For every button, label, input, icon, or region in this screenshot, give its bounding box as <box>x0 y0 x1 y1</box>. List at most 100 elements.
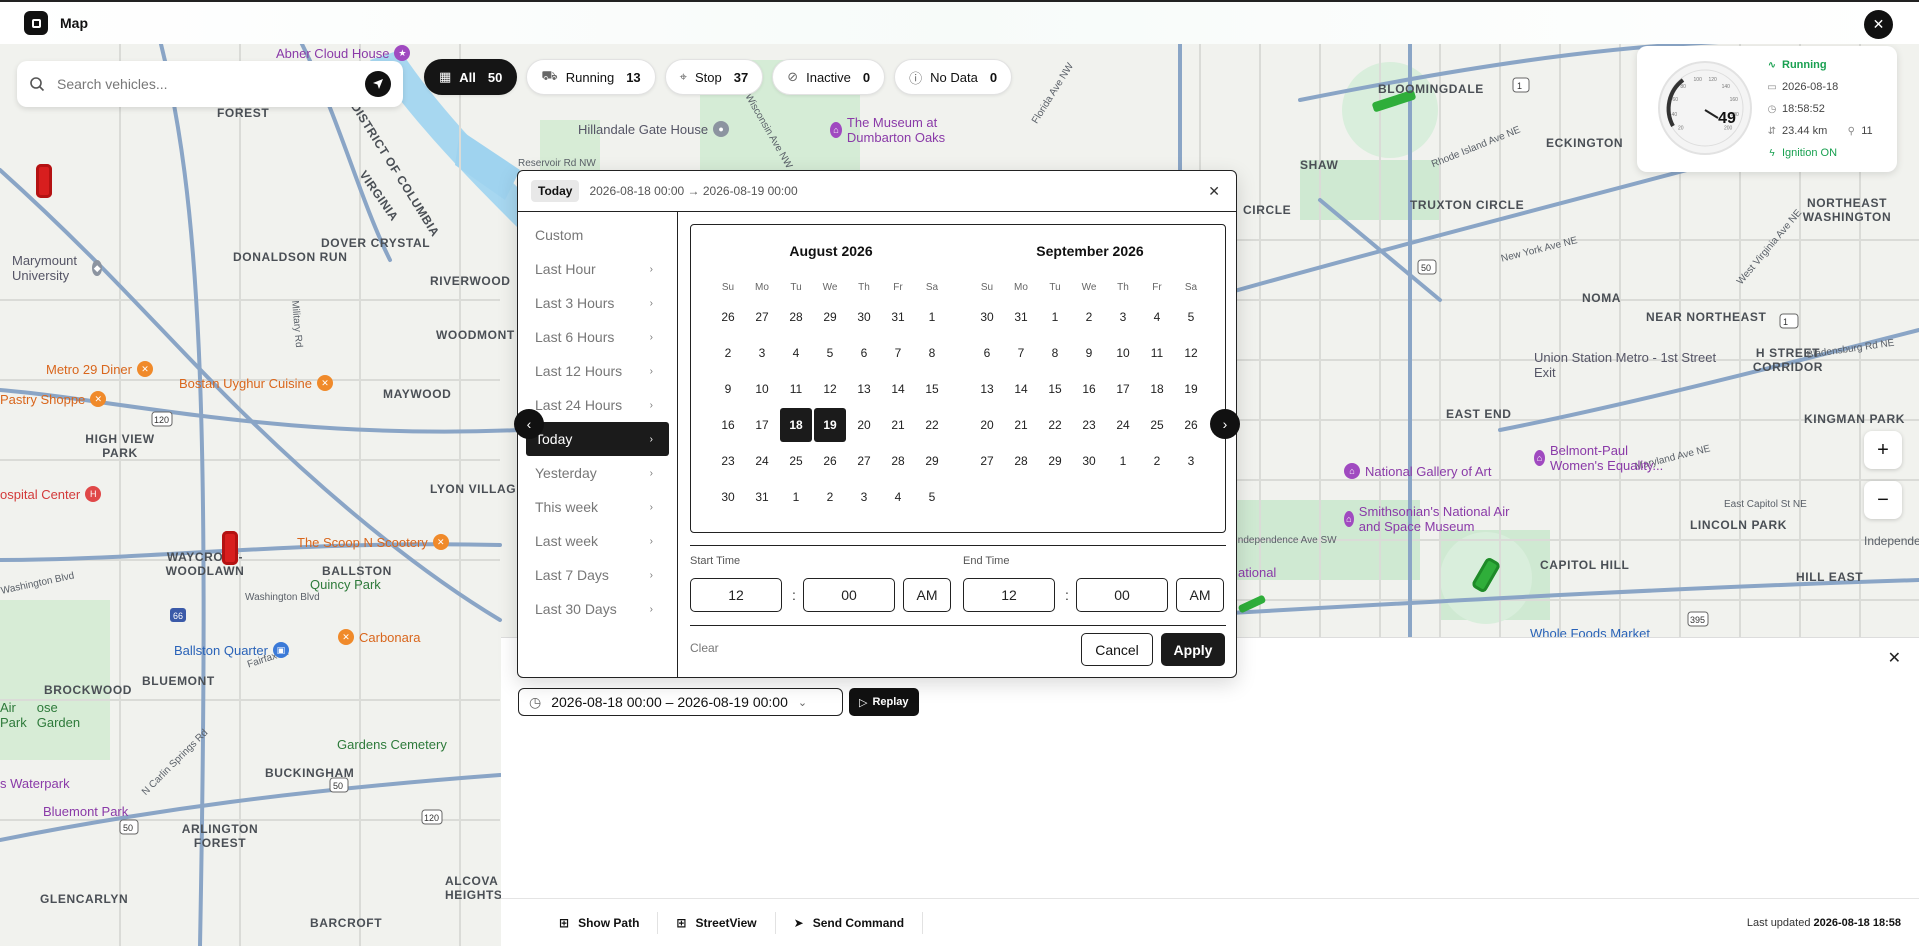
calendar-day[interactable]: 31 <box>1004 299 1038 335</box>
calendar-day[interactable]: 4 <box>881 479 915 515</box>
calendar-day[interactable]: 8 <box>1038 335 1072 371</box>
calendar-day[interactable]: 5 <box>813 335 847 371</box>
show-path-button[interactable]: ⊞ Show Path <box>541 911 659 934</box>
preset-last-7-days[interactable]: Last 7 Days › <box>526 558 669 592</box>
calendar-day[interactable]: 25 <box>779 443 813 479</box>
calendar-day[interactable]: 6 <box>970 335 1004 371</box>
start-hour-input[interactable]: 12 <box>690 578 782 612</box>
cancel-button[interactable]: Cancel <box>1081 633 1153 666</box>
calendar-day[interactable]: 1 <box>915 299 949 335</box>
calendar-day[interactable]: 26 <box>813 443 847 479</box>
poi-scoop[interactable]: The Scoop N Scootery ✕ <box>297 534 449 550</box>
calendar-day[interactable]: 13 <box>847 371 881 407</box>
calendar-day[interactable]: 29 <box>915 443 949 479</box>
filter-stop[interactable]: ⌖ Stop 37 <box>664 59 764 95</box>
close-panel-button[interactable]: ✕ <box>1888 648 1901 668</box>
end-minute-input[interactable]: 00 <box>1076 578 1168 612</box>
calendar-day[interactable]: 20 <box>970 407 1004 443</box>
next-month-button[interactable]: › <box>1210 409 1240 439</box>
calendar-day[interactable]: 9 <box>1072 335 1106 371</box>
zoom-in-button[interactable]: + <box>1864 431 1902 469</box>
poi-national-gallery[interactable]: ⌂ National Gallery of Art <box>1344 463 1491 479</box>
calendar-day[interactable]: 6 <box>847 335 881 371</box>
calendar-day[interactable]: 30 <box>847 299 881 335</box>
calendar-day[interactable]: 26 <box>711 299 745 335</box>
poi-hospital[interactable]: ospital Center H <box>0 486 102 502</box>
poi-bluemont-park[interactable]: Bluemont Park <box>43 804 128 819</box>
zoom-out-button[interactable]: − <box>1864 481 1902 519</box>
calendar-day[interactable]: 8 <box>915 335 949 371</box>
vehicle-marker-red[interactable] <box>36 164 52 198</box>
calendar-day[interactable]: 30 <box>1072 443 1106 479</box>
poi-union-station[interactable]: Union Station Metro - 1st Street Exit <box>1534 350 1724 380</box>
calendar-day[interactable]: 27 <box>847 443 881 479</box>
calendar-day[interactable]: 19 <box>1174 371 1208 407</box>
preset-last-week[interactable]: Last week › <box>526 524 669 558</box>
calendar-day[interactable]: 25 <box>1140 407 1174 443</box>
calendar-day[interactable]: 9 <box>711 371 745 407</box>
calendar-day[interactable]: 12 <box>813 371 847 407</box>
calendar-day[interactable]: 16 <box>711 407 745 443</box>
calendar-day[interactable]: 28 <box>1004 443 1038 479</box>
calendar-day[interactable]: 1 <box>1106 443 1140 479</box>
start-ampm-toggle[interactable]: AM <box>903 578 951 612</box>
preset-last-12-hours[interactable]: Last 12 Hours › <box>526 354 669 388</box>
calendar-day[interactable]: 18 <box>780 408 812 442</box>
calendar-day[interactable]: 3 <box>1106 299 1140 335</box>
calendar-day[interactable]: 15 <box>1038 371 1072 407</box>
poi-pastry[interactable]: Pastry Shoppe ✕ <box>0 391 107 407</box>
calendar-day[interactable]: 21 <box>881 407 915 443</box>
calendar-day[interactable]: 27 <box>970 443 1004 479</box>
poi-gardens-cemetery[interactable]: Gardens Cemetery <box>337 737 447 752</box>
close-picker-button[interactable]: ✕ <box>1208 183 1220 200</box>
vehicle-status-card[interactable]: 20 40 60 80 100 120 140 160 180 200 49 ∿ Running ▭… <box>1637 46 1897 172</box>
calendar-day[interactable]: 23 <box>711 443 745 479</box>
calendar-day[interactable]: 17 <box>745 407 779 443</box>
calendar-day[interactable]: 3 <box>847 479 881 515</box>
calendar-day[interactable]: 3 <box>1174 443 1208 479</box>
locate-button[interactable] <box>365 71 391 97</box>
vehicle-marker-red[interactable] <box>222 531 238 565</box>
calendar-day[interactable]: 2 <box>813 479 847 515</box>
preset-last-hour[interactable]: Last Hour › <box>526 252 669 286</box>
poi-air-park[interactable]: Air Park ose Garden <box>0 700 80 730</box>
calendar-day[interactable]: 28 <box>779 299 813 335</box>
poi-ballston-quarter[interactable]: Ballston Quarter ▣ <box>174 642 289 658</box>
calendar-day[interactable]: 15 <box>915 371 949 407</box>
calendar-day[interactable]: 2 <box>1140 443 1174 479</box>
calendar-day[interactable]: 23 <box>1072 407 1106 443</box>
calendar-day[interactable]: 7 <box>1004 335 1038 371</box>
poi-hillandale[interactable]: Hillandale Gate House ● <box>578 121 730 137</box>
apply-button[interactable]: Apply <box>1161 633 1225 666</box>
end-hour-input[interactable]: 12 <box>963 578 1055 612</box>
poi-quincy-park[interactable]: Quincy Park <box>310 577 381 592</box>
calendar-day[interactable]: 27 <box>745 299 779 335</box>
poi-carbonara[interactable]: ✕ Carbonara <box>338 629 420 645</box>
calendar-day[interactable]: 4 <box>779 335 813 371</box>
calendar-day[interactable]: 14 <box>881 371 915 407</box>
calendar-day[interactable]: 11 <box>779 371 813 407</box>
preset-last-6-hours[interactable]: Last 6 Hours › <box>526 320 669 354</box>
date-range-selector[interactable]: ◷ 2026-08-18 00:00 – 2026-08-19 00:00 ⌄ <box>518 688 843 716</box>
poi-belmont-paul[interactable]: ⌂ Belmont-Paul Women's Equality... <box>1534 443 1684 473</box>
calendar-day[interactable]: 30 <box>711 479 745 515</box>
send-command-button[interactable]: ➤ Send Command <box>776 911 924 934</box>
calendar-day[interactable]: 13 <box>970 371 1004 407</box>
poi-abner-cloud-house[interactable]: Abner Cloud House ★ <box>276 45 411 61</box>
preset-last-30-days[interactable]: Last 30 Days › <box>526 592 669 626</box>
calendar-day[interactable]: 12 <box>1174 335 1208 371</box>
calendar-day[interactable]: 7 <box>881 335 915 371</box>
calendar-day[interactable]: 17 <box>1106 371 1140 407</box>
calendar-day[interactable]: 4 <box>1140 299 1174 335</box>
calendar-day[interactable]: 31 <box>745 479 779 515</box>
poi-smithsonian[interactable]: ⌂ Smithsonian's National Air and Space Mu… <box>1344 504 1524 534</box>
search-input[interactable] <box>57 76 365 92</box>
calendar-day[interactable]: 31 <box>881 299 915 335</box>
calendar-day[interactable]: 10 <box>1106 335 1140 371</box>
calendar-day[interactable]: 20 <box>847 407 881 443</box>
calendar-day[interactable]: 22 <box>915 407 949 443</box>
replay-button[interactable]: ▷ Replay <box>849 688 919 716</box>
end-ampm-toggle[interactable]: AM <box>1176 578 1224 612</box>
calendar-day[interactable]: 29 <box>813 299 847 335</box>
calendar-day[interactable]: 19 <box>814 408 846 442</box>
